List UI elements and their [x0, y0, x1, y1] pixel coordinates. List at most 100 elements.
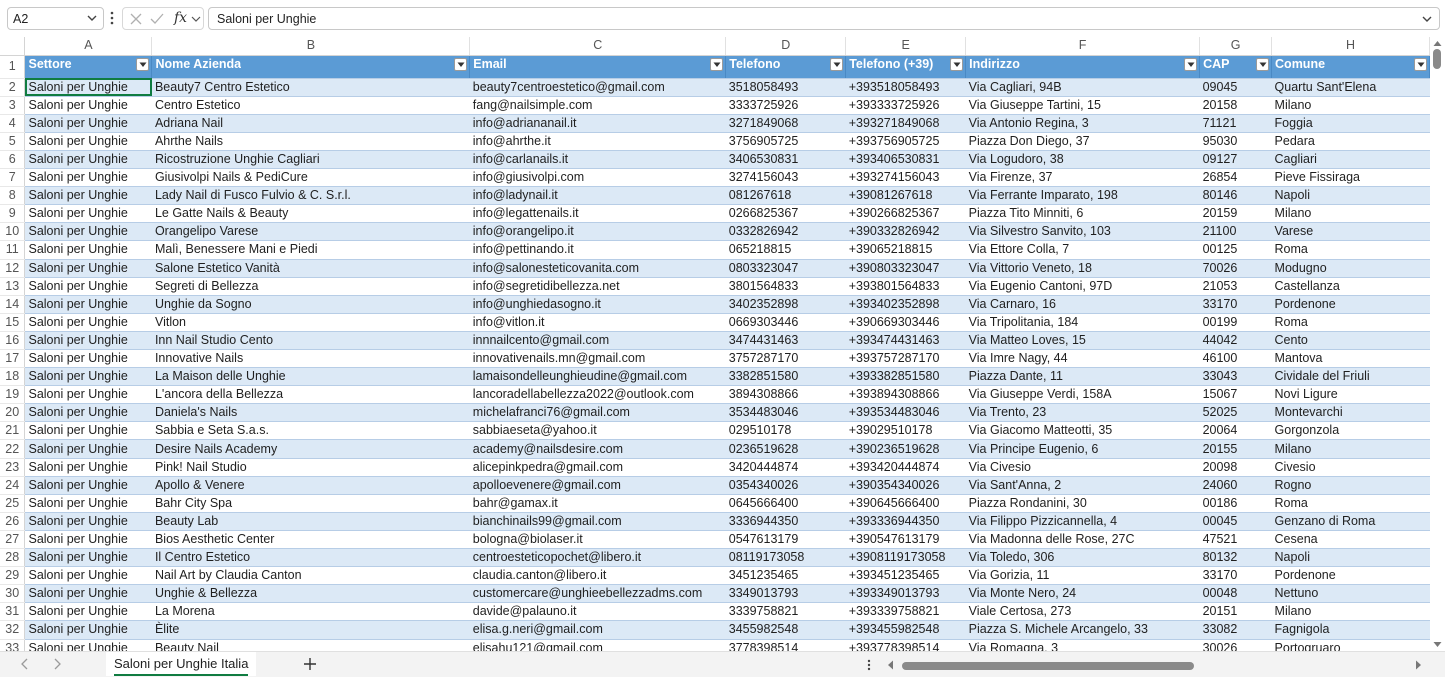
table-cell[interactable]: davide@palauno.it [469, 602, 726, 622]
table-cell[interactable]: Apollo & Venere [151, 476, 470, 495]
column-header[interactable]: H [1271, 37, 1430, 56]
table-cell[interactable]: 09045 [1199, 78, 1272, 97]
table-cell[interactable]: 00186 [1199, 494, 1272, 513]
table-cell[interactable]: Via Principe Eugenio, 6 [965, 439, 1200, 459]
table-cell[interactable]: Saloni per Unghie [24, 566, 152, 586]
table-cell[interactable]: +390669303446 [845, 313, 966, 332]
table-cell[interactable]: Saloni per Unghie [24, 186, 152, 206]
table-cell[interactable]: Saloni per Unghie [24, 295, 152, 314]
row-number[interactable]: 10 [0, 222, 26, 242]
table-cell[interactable]: Via Eugenio Cantoni, 97D [965, 277, 1200, 296]
table-cell[interactable]: Adriana Nail [151, 114, 470, 133]
table-cell[interactable]: bologna@biolaser.it [469, 530, 726, 550]
table-cell[interactable]: 3406530831 [725, 150, 846, 170]
table-cell[interactable]: Saloni per Unghie [24, 548, 152, 568]
table-cell[interactable]: Saloni per Unghie [24, 204, 152, 224]
table-header-cell[interactable]: Comune [1271, 55, 1430, 79]
table-cell[interactable]: Saloni per Unghie [24, 277, 152, 296]
table-cell[interactable]: centroesteticopochet@libero.it [469, 548, 726, 568]
table-cell[interactable]: 3756905725 [725, 132, 846, 151]
table-cell[interactable]: elisa.g.neri@gmail.com [469, 620, 726, 640]
row-number[interactable]: 24 [0, 476, 26, 495]
table-cell[interactable]: innovativenails.mn@gmail.com [469, 349, 726, 369]
table-cell[interactable]: info@salonesteticovanita.com [469, 259, 726, 278]
table-cell[interactable]: Via Carnaro, 16 [965, 295, 1200, 314]
column-header[interactable]: A [24, 37, 153, 56]
filter-dropdown-button[interactable] [1414, 57, 1427, 71]
row-number[interactable]: 8 [0, 186, 26, 206]
column-header[interactable]: D [725, 37, 847, 56]
table-cell[interactable]: Via Vittorio Veneto, 18 [965, 259, 1200, 278]
table-cell[interactable]: 3534483046 [725, 403, 846, 423]
table-cell[interactable]: +393402352898 [845, 295, 966, 314]
table-cell[interactable]: Innovative Nails [151, 349, 470, 369]
table-cell[interactable]: Via Giuseppe Verdi, 158A [965, 385, 1200, 405]
table-cell[interactable]: 20098 [1199, 458, 1272, 477]
table-cell[interactable]: Milano [1271, 439, 1430, 459]
row-number[interactable]: 13 [0, 277, 26, 296]
table-cell[interactable]: Via Giacomo Matteotti, 35 [965, 421, 1200, 441]
table-cell[interactable]: 44042 [1199, 331, 1272, 351]
table-cell[interactable]: Lady Nail di Fusco Fulvio & C. S.r.l. [151, 186, 470, 206]
column-header[interactable]: F [965, 37, 1201, 56]
table-cell[interactable]: Saloni per Unghie [24, 240, 152, 260]
table-cell[interactable]: Napoli [1271, 186, 1430, 206]
row-number[interactable]: 6 [0, 150, 26, 170]
table-cell[interactable]: Daniela's Nails [151, 403, 470, 423]
row-number[interactable]: 17 [0, 349, 26, 369]
table-cell[interactable]: Unghie & Bellezza [151, 584, 470, 604]
table-cell[interactable]: Le Gatte Nails & Beauty [151, 204, 470, 224]
table-cell[interactable]: Nettuno [1271, 584, 1430, 604]
table-header-cell[interactable]: Settore [24, 55, 153, 79]
table-cell[interactable]: Cento [1271, 331, 1430, 351]
table-cell[interactable]: Via Sant'Anna, 2 [965, 476, 1200, 495]
table-cell[interactable]: Via Civesio [965, 458, 1200, 477]
formula-input[interactable]: Saloni per Unghie [208, 7, 1440, 30]
table-cell[interactable]: Via Trento, 23 [965, 403, 1200, 423]
table-cell[interactable]: info@ahrthe.it [469, 132, 726, 151]
table-cell[interactable]: 0354340026 [725, 476, 846, 495]
table-cell[interactable]: Saloni per Unghie [24, 512, 152, 531]
table-cell[interactable]: Segreti di Bellezza [151, 277, 470, 296]
table-cell[interactable]: info@vitlon.it [469, 313, 726, 332]
table-cell[interactable]: info@segretidibellezza.net [469, 277, 726, 296]
table-cell[interactable]: 24060 [1199, 476, 1272, 495]
table-cell[interactable]: Piazza Rondanini, 30 [965, 494, 1200, 513]
table-cell[interactable]: Pordenone [1271, 566, 1430, 586]
table-cell[interactable]: Via Cagliari, 94B [965, 78, 1200, 97]
table-cell[interactable]: 0332826942 [725, 222, 846, 242]
column-header[interactable]: B [151, 37, 471, 56]
table-cell[interactable]: 3801564833 [725, 277, 846, 296]
table-cell[interactable]: Saloni per Unghie [24, 78, 152, 97]
table-cell[interactable]: 00199 [1199, 313, 1272, 332]
table-cell[interactable]: Saloni per Unghie [24, 168, 152, 188]
table-cell[interactable]: Saloni per Unghie [24, 222, 152, 242]
add-sheet-icon[interactable] [302, 656, 318, 672]
table-cell[interactable]: bianchinails99@gmail.com [469, 512, 726, 531]
more-options-icon[interactable] [109, 10, 115, 26]
table-cell[interactable]: Via Antonio Regina, 3 [965, 114, 1200, 133]
table-cell[interactable]: 029510178 [725, 421, 846, 441]
column-header[interactable]: E [845, 37, 967, 56]
table-cell[interactable]: Napoli [1271, 548, 1430, 568]
row-number[interactable]: 22 [0, 439, 26, 459]
table-cell[interactable]: Piazza Dante, 11 [965, 367, 1200, 387]
table-cell[interactable]: lancoradellabellezza2022@outlook.com [469, 385, 726, 405]
table-cell[interactable]: +393518058493 [845, 78, 966, 97]
insert-function-button[interactable]: fx [174, 10, 187, 26]
table-cell[interactable]: lamaisondelleunghieudine@gmail.com [469, 367, 726, 387]
table-cell[interactable]: fang@nailsimple.com [469, 96, 726, 115]
table-cell[interactable]: Èlite [151, 620, 470, 640]
table-cell[interactable]: 0803323047 [725, 259, 846, 278]
table-cell[interactable]: 00045 [1199, 512, 1272, 531]
table-cell[interactable]: 80146 [1199, 186, 1272, 206]
table-cell[interactable]: Saloni per Unghie [24, 367, 152, 387]
row-number[interactable]: 19 [0, 385, 26, 405]
table-cell[interactable]: 3271849068 [725, 114, 846, 133]
table-cell[interactable]: 3402352898 [725, 295, 846, 314]
table-cell[interactable]: Cagliari [1271, 150, 1430, 170]
table-cell[interactable]: 065218815 [725, 240, 846, 260]
table-cell[interactable]: +393894308866 [845, 385, 966, 405]
table-cell[interactable]: 08119173058 [725, 548, 846, 568]
table-cell[interactable]: Pieve Fissiraga [1271, 168, 1430, 188]
